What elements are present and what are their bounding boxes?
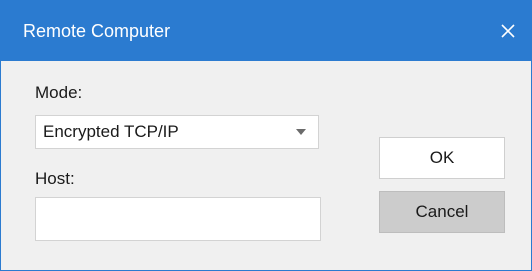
cancel-button[interactable]: Cancel bbox=[379, 191, 505, 233]
mode-select-value: Encrypted TCP/IP bbox=[43, 122, 179, 141]
title-bar[interactable]: Remote Computer bbox=[1, 1, 531, 61]
close-icon bbox=[501, 24, 515, 38]
host-input[interactable] bbox=[35, 197, 321, 241]
ok-button[interactable]: OK bbox=[379, 137, 505, 179]
host-label: Host: bbox=[35, 169, 75, 188]
dialog-title: Remote Computer bbox=[23, 21, 171, 41]
chevron-down-icon bbox=[296, 129, 306, 135]
close-button[interactable] bbox=[485, 1, 531, 61]
remote-computer-dialog: Remote Computer Mode: Encrypted TCP/IP H… bbox=[0, 0, 532, 271]
mode-label: Mode: bbox=[35, 83, 83, 102]
mode-select[interactable]: Encrypted TCP/IP bbox=[35, 115, 319, 149]
